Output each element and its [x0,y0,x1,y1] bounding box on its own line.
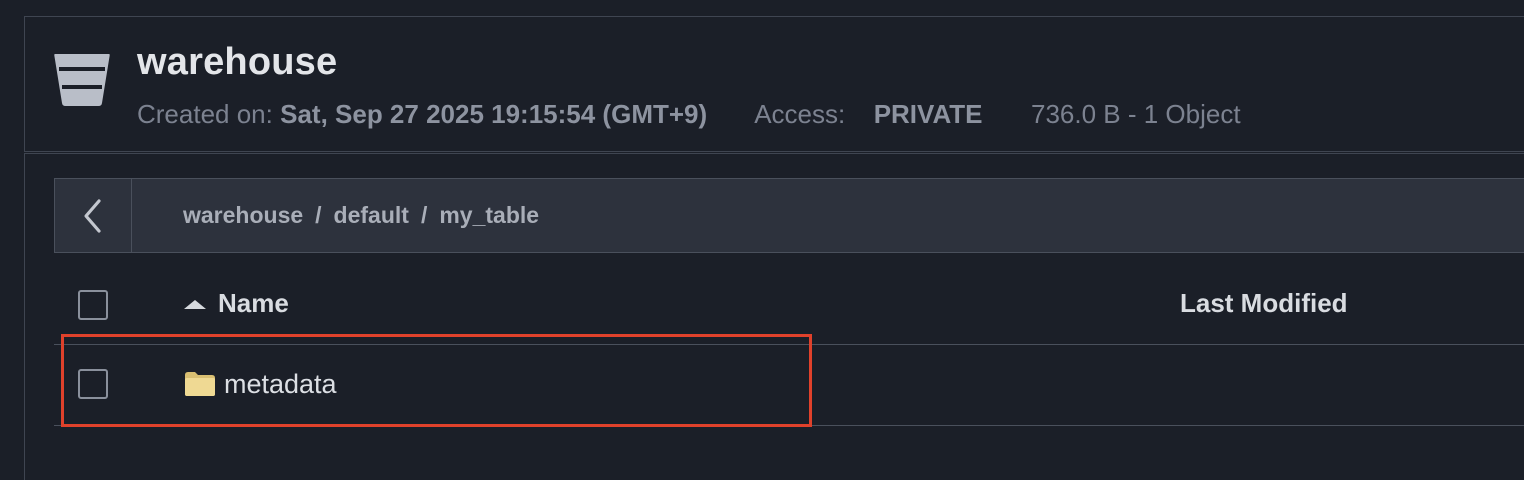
breadcrumb-separator: / [315,202,322,228]
table-header: Name Last Modified [54,264,1524,345]
breadcrumb-item-default[interactable]: default [334,202,409,229]
folder-icon [185,372,215,396]
object-browser-page: warehouse Created on: Sat, Sep 27 2025 1… [0,0,1524,480]
breadcrumb-item-warehouse[interactable]: warehouse [183,202,303,229]
breadcrumb-item-my-table[interactable]: my_table [439,202,539,229]
bucket-size-summary: 736.0 B - 1 Object [1030,99,1241,129]
breadcrumb: warehouse / default / my_table [183,179,539,252]
chevron-left-icon [84,198,101,233]
created-label: Created on: [137,99,273,129]
bucket-header: warehouse Created on: Sat, Sep 27 2025 1… [24,16,1524,152]
breadcrumb-separator: / [420,202,428,228]
sort-ascending-icon[interactable] [184,300,206,309]
breadcrumb-bar: warehouse / default / my_table [54,178,1524,253]
select-all-checkbox[interactable] [78,290,108,320]
created-value: Sat, Sep 27 2025 19:15:54 (GMT+9) [280,99,708,129]
access-value: PRIVATE [873,99,983,129]
bucket-name: warehouse [137,41,338,83]
back-button[interactable] [55,179,132,252]
row-name[interactable]: metadata [224,369,337,400]
column-header-name[interactable]: Name [218,288,289,319]
table-row[interactable]: metadata [54,345,1524,426]
access-label: Access: [754,99,846,129]
column-header-last-modified[interactable]: Last Modified [1180,288,1348,319]
row-checkbox[interactable] [78,369,108,399]
bucket-icon [54,54,110,106]
bucket-meta: Created on: Sat, Sep 27 2025 19:15:54 (G… [137,99,1241,130]
